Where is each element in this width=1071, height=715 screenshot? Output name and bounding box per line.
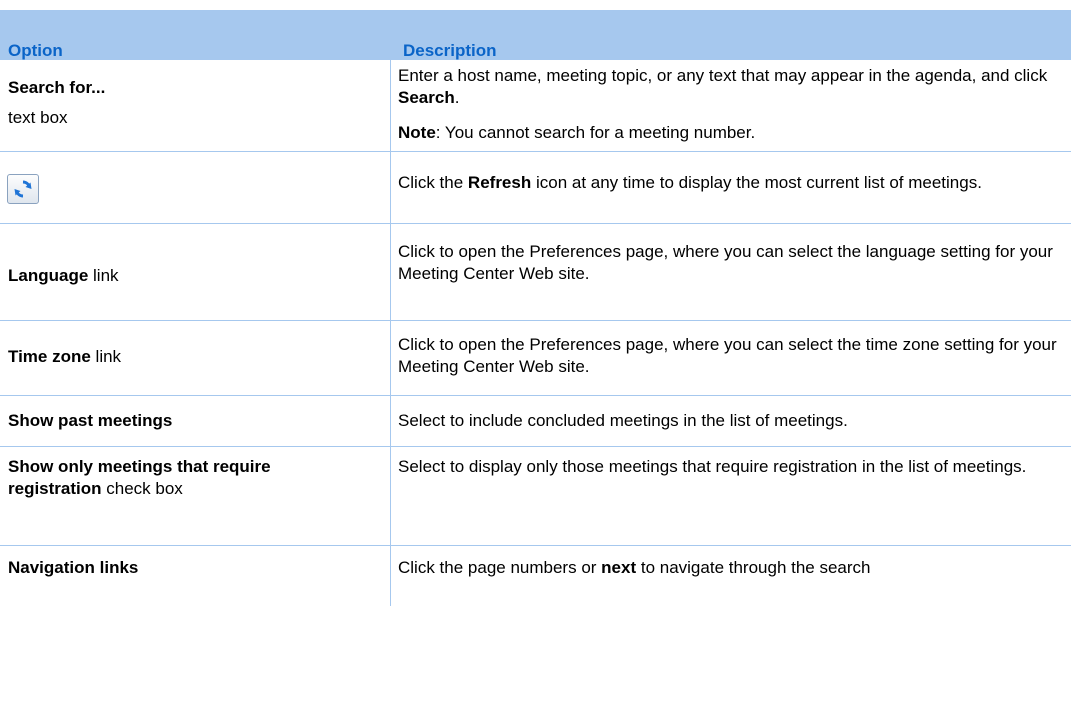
description-navigation: Click the page numbers or next to naviga…: [398, 558, 871, 577]
table-row: Navigation links Click the page numbers …: [0, 546, 1071, 606]
option-show-registration: Show only meetings that require registra…: [8, 457, 271, 498]
option-timezone: Time zone link: [8, 347, 122, 366]
table-row: Time zone link Click to open the Prefere…: [0, 321, 1071, 396]
option-search-title: Search for...: [8, 78, 106, 97]
header-description: Description: [403, 41, 497, 60]
table-row: Search for... text box Enter a host name…: [0, 60, 1071, 152]
description-refresh: Click the Refresh icon at any time to di…: [398, 173, 982, 192]
option-show-past: Show past meetings: [8, 411, 173, 430]
description-language: Click to open the Preferences page, wher…: [398, 242, 1053, 283]
description-show-registration: Select to display only those meetings th…: [398, 457, 1027, 476]
description-show-past: Select to include concluded meetings in …: [398, 411, 848, 430]
table-row: Show only meetings that require registra…: [0, 447, 1071, 546]
options-table: Option Description Search for... text bo…: [0, 10, 1071, 606]
description-search-note: Note: You cannot search for a meeting nu…: [398, 123, 756, 142]
description-timezone: Click to open the Preferences page, wher…: [398, 335, 1057, 376]
table-header: Option Description: [0, 10, 1071, 60]
header-option: Option: [8, 41, 63, 60]
option-language: Language link: [8, 266, 119, 285]
option-search-sub: text box: [8, 108, 68, 127]
table-row: Click the Refresh icon at any time to di…: [0, 152, 1071, 224]
option-navigation: Navigation links: [8, 558, 139, 577]
table-row: Show past meetings Select to include con…: [0, 396, 1071, 447]
refresh-button[interactable]: [7, 174, 39, 204]
refresh-icon: [14, 180, 32, 198]
description-search: Enter a host name, meeting topic, or any…: [398, 66, 1048, 107]
table-row: Language link Click to open the Preferen…: [0, 224, 1071, 321]
